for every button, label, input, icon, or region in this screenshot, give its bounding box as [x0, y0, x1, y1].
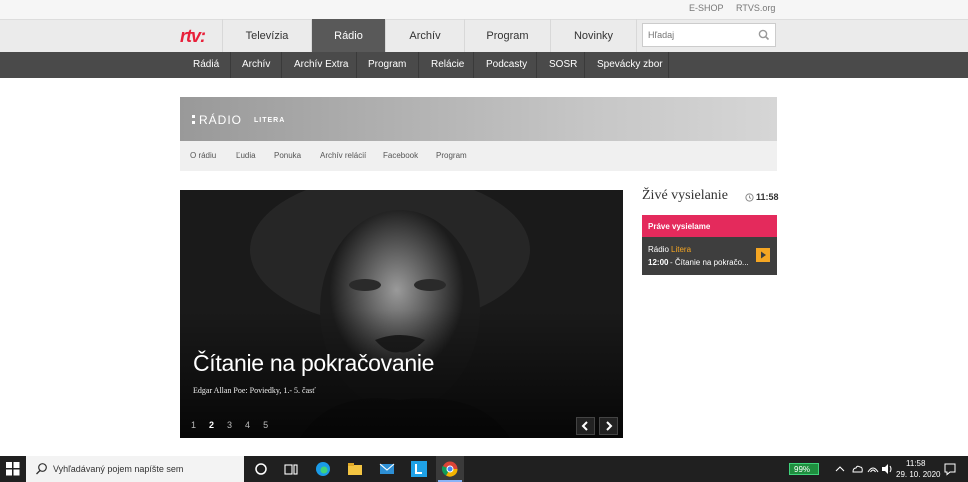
search-input[interactable]: [648, 30, 758, 40]
hero-portrait-image: [180, 190, 623, 438]
subnav-item-podcasty[interactable]: Podcasty: [486, 59, 527, 70]
windows-start-icon[interactable]: [5, 461, 23, 479]
subnav-item-archiv-extra[interactable]: Archív Extra: [294, 59, 348, 70]
station-nav-archiv-relacii[interactable]: Archív relácií: [320, 151, 366, 160]
task-view-icon[interactable]: [282, 460, 300, 478]
hero-slider[interactable]: Čítanie na pokračovanie Edgar Allan Poe:…: [180, 190, 623, 438]
station-nav-program[interactable]: Program: [436, 151, 467, 160]
live-widget[interactable]: Práve vysielame Rádio Litera 12:00 - Čít…: [642, 215, 777, 275]
live-station-prefix: Rádio: [648, 245, 669, 254]
station-banner: RÁDIO LITERA: [180, 97, 777, 141]
chrome-taskbar-button[interactable]: [436, 456, 464, 482]
play-icon: [761, 251, 766, 259]
taskbar-clock-date[interactable]: 29. 10. 2020: [896, 470, 940, 479]
hero-page-5[interactable]: 5: [263, 420, 268, 430]
subnav-item-archiv[interactable]: Archív: [242, 59, 270, 70]
nav-tab-archiv[interactable]: Archív: [385, 19, 464, 52]
now-playing-label: Práve vysielame: [642, 215, 777, 237]
play-button[interactable]: [756, 248, 770, 262]
station-nav-o-radiu[interactable]: O rádiu: [190, 151, 216, 160]
file-explorer-icon[interactable]: [346, 460, 364, 478]
search-icon[interactable]: [757, 28, 771, 42]
windows-taskbar: Vyhľadávaný pojem napíšte sem 99% 11:58 …: [0, 456, 968, 482]
edge-browser-icon[interactable]: [314, 460, 332, 478]
subnav-item-sosr[interactable]: SOSR: [549, 59, 577, 70]
now-playing-panel[interactable]: Rádio Litera 12:00 - Čítanie na pokračo.…: [642, 237, 777, 275]
search-box[interactable]: [642, 23, 776, 47]
subnav-item-relacie[interactable]: Relácie: [431, 59, 464, 70]
live-time: 11:58: [756, 192, 779, 202]
hero-page-1[interactable]: 1: [191, 420, 196, 430]
notification-icon[interactable]: [942, 460, 960, 478]
subnav-item-spevacky-zbor[interactable]: Spevácky zbor: [597, 59, 663, 70]
station-nav: O rádiu Ľudia Ponuka Archív relácií Face…: [180, 141, 777, 171]
taskbar-clock-time[interactable]: 11:58: [906, 459, 925, 468]
station-name[interactable]: LITERA: [254, 117, 285, 124]
station-logo-mark-icon: [192, 115, 195, 124]
app-l-icon[interactable]: [410, 460, 428, 478]
live-show-title[interactable]: - Čítanie na pokračo...: [670, 258, 749, 267]
hero-prev-button[interactable]: [576, 417, 595, 435]
hero-pagination: 1 2 3 4 5: [191, 420, 268, 430]
chevron-right-icon: [606, 421, 613, 431]
chevron-left-icon: [581, 421, 588, 431]
subnav-item-program[interactable]: Program: [368, 59, 406, 70]
battery-percent: 99%: [794, 465, 811, 474]
station-nav-ludia[interactable]: Ľudia: [236, 151, 256, 160]
chrome-icon: [441, 461, 458, 477]
nav-tab-televizia[interactable]: Televízia: [222, 19, 311, 52]
eshop-link[interactable]: E-SHOP: [689, 3, 724, 13]
subnav-item-radia[interactable]: Rádiá: [193, 59, 219, 70]
hero-next-button[interactable]: [599, 417, 618, 435]
clock-icon: [745, 193, 754, 202]
hero-title[interactable]: Čítanie na pokračovanie: [193, 350, 434, 377]
station-nav-facebook[interactable]: Facebook: [383, 151, 418, 160]
main-nav: Televízia Rádio Archív Program Novinky: [222, 19, 637, 52]
live-show-time: 12:00: [648, 258, 669, 267]
search-icon: [36, 463, 47, 475]
hero-page-2[interactable]: 2: [209, 420, 214, 430]
nav-tab-program[interactable]: Program: [464, 19, 550, 52]
live-station-name: Litera: [671, 245, 692, 254]
nav-tab-radio[interactable]: Rádio: [311, 19, 385, 52]
hero-subtitle: Edgar Allan Poe: Poviedky, 1.- 5. časť: [193, 386, 316, 395]
station-brand[interactable]: RÁDIO: [199, 113, 242, 127]
nav-tab-novinky[interactable]: Novinky: [550, 19, 637, 52]
radio-subnav: Rádiá Archív Archív Extra Program Reláci…: [0, 52, 968, 78]
battery-indicator[interactable]: 99%: [789, 463, 819, 475]
taskbar-search-placeholder: Vyhľadávaný pojem napíšte sem: [53, 464, 184, 474]
utility-bar: E-SHOP RTVS.org: [0, 0, 968, 19]
rtvs-link[interactable]: RTVS.org: [736, 3, 775, 13]
rtv-logo[interactable]: rtv:: [180, 26, 206, 47]
mail-icon[interactable]: [378, 460, 396, 478]
taskbar-search[interactable]: Vyhľadávaný pojem napíšte sem: [26, 456, 244, 482]
station-nav-ponuka[interactable]: Ponuka: [274, 151, 301, 160]
hero-page-4[interactable]: 4: [245, 420, 250, 430]
hero-page-3[interactable]: 3: [227, 420, 232, 430]
live-heading: Živé vysielanie: [642, 188, 728, 203]
cortana-icon[interactable]: [252, 460, 270, 478]
